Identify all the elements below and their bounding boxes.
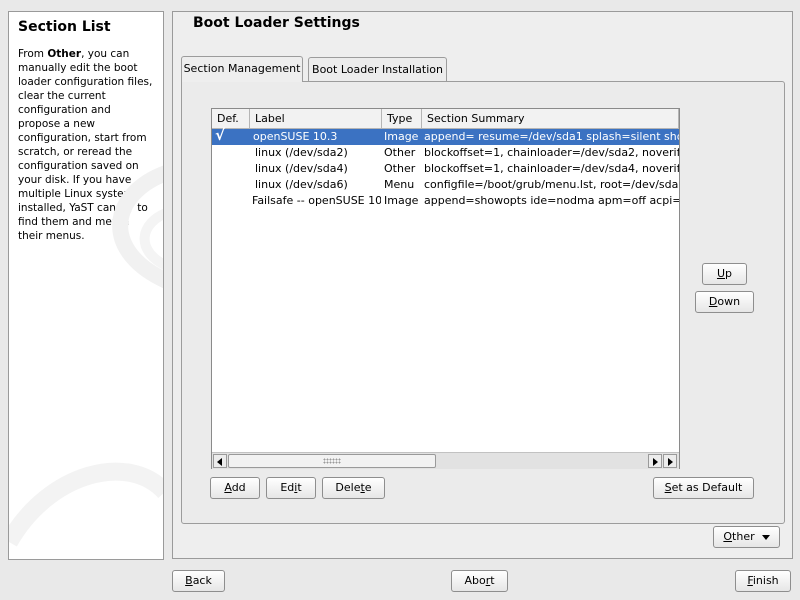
tab-boot-loader-installation[interactable]: Boot Loader Installation [308,57,447,81]
background-swirl-decoration [9,462,163,547]
arrow-right-icon[interactable] [663,454,677,468]
row-type: Menu [384,178,415,191]
btn-text: ack [192,574,212,587]
btn-text: Ed [280,481,295,494]
btn-text: inish [752,574,779,587]
set-as-default-button[interactable]: Set as Default [653,477,754,499]
btn-text: e [364,481,372,494]
row-type: Image [384,130,419,143]
column-header-label[interactable]: Label [250,109,382,129]
btn-mnemonic: O [723,530,733,543]
horizontal-scrollbar[interactable] [212,452,679,469]
help-text-bold: Other [47,48,82,60]
grip-icon [323,458,341,464]
row-summary: blockoffset=1, chainloader=/dev/sda4, no… [424,162,679,175]
btn-mnemonic: A [224,481,232,494]
down-button[interactable]: Down [695,291,754,313]
table-row[interactable]: linux (/dev/sda2) Other blockoffset=1, c… [212,145,679,161]
btn-text: Dele [335,481,361,494]
up-button[interactable]: Up [702,263,747,285]
row-type: Image [384,194,419,207]
scrollbar-thumb[interactable] [228,454,436,468]
table-row[interactable]: linux (/dev/sda6) Menu configfile=/boot/… [212,177,679,193]
row-label: linux (/dev/sda4) [255,162,348,175]
row-summary: blockoffset=1, chainloader=/dev/sda2, no… [424,146,679,159]
row-summary: append=showopts ide=nodma apm=off acpi=o… [424,194,679,207]
back-button[interactable]: Back [172,570,225,592]
column-header-type[interactable]: Type [382,109,422,129]
btn-mnemonic: S [664,481,672,494]
row-type: Other [384,162,416,175]
row-label: openSUSE 10.3 [253,130,338,143]
table-row[interactable]: √ openSUSE 10.3 Image append= resume=/de… [212,126,679,145]
row-label: linux (/dev/sda2) [255,146,348,159]
btn-text: own [717,295,741,308]
btn-text: p [725,267,733,280]
delete-button[interactable]: Delete [322,477,385,499]
help-text-part: From [18,48,48,60]
row-summary: append= resume=/dev/sda1 splash=silent s… [424,130,679,143]
btn-text: ther [732,530,755,543]
tab-section-management[interactable]: Section Management [181,56,303,82]
help-panel: Section List From Other, you can manuall… [8,11,164,560]
tab-label: Boot Loader Installation [312,63,443,76]
chevron-down-icon [761,534,770,540]
finish-button[interactable]: Finish [735,570,791,592]
btn-mnemonic: B [185,574,193,587]
tab-label: Section Management [183,62,301,75]
dialog-title: Boot Loader Settings [193,15,360,31]
table-row[interactable]: Failsafe -- openSUSE 10.3 Image append=s… [212,193,679,209]
row-label: linux (/dev/sda6) [255,178,348,191]
abort-button[interactable]: Abort [451,570,508,592]
btn-mnemonic: U [716,267,726,280]
row-summary: configfile=/boot/grub/menu.lst, root=/de… [424,178,679,191]
column-header-summary[interactable]: Section Summary [422,109,679,129]
arrow-left-icon[interactable] [213,454,227,468]
table-header: Def. Label Type Section Summary [212,109,679,129]
btn-text: Abo [464,574,486,587]
section-table[interactable]: Def. Label Type Section Summary √ openSU… [211,108,680,469]
row-type: Other [384,146,416,159]
help-text-part: , you can manually edit the boot loader … [18,48,153,242]
help-text: From Other, you can manually edit the bo… [18,47,155,243]
check-icon: √ [215,126,226,144]
arrow-left-icon[interactable] [648,454,662,468]
row-label: Failsafe -- openSUSE 10.3 [252,194,381,207]
btn-text: t [490,574,495,587]
edit-button[interactable]: Edit [266,477,316,499]
btn-text: et as Default [671,481,743,494]
add-button[interactable]: Add [210,477,260,499]
btn-text: t [297,481,302,494]
other-menu-button[interactable]: Other [713,526,780,548]
help-title: Section List [18,19,111,35]
btn-text: dd [231,481,246,494]
table-row[interactable]: linux (/dev/sda4) Other blockoffset=1, c… [212,161,679,177]
